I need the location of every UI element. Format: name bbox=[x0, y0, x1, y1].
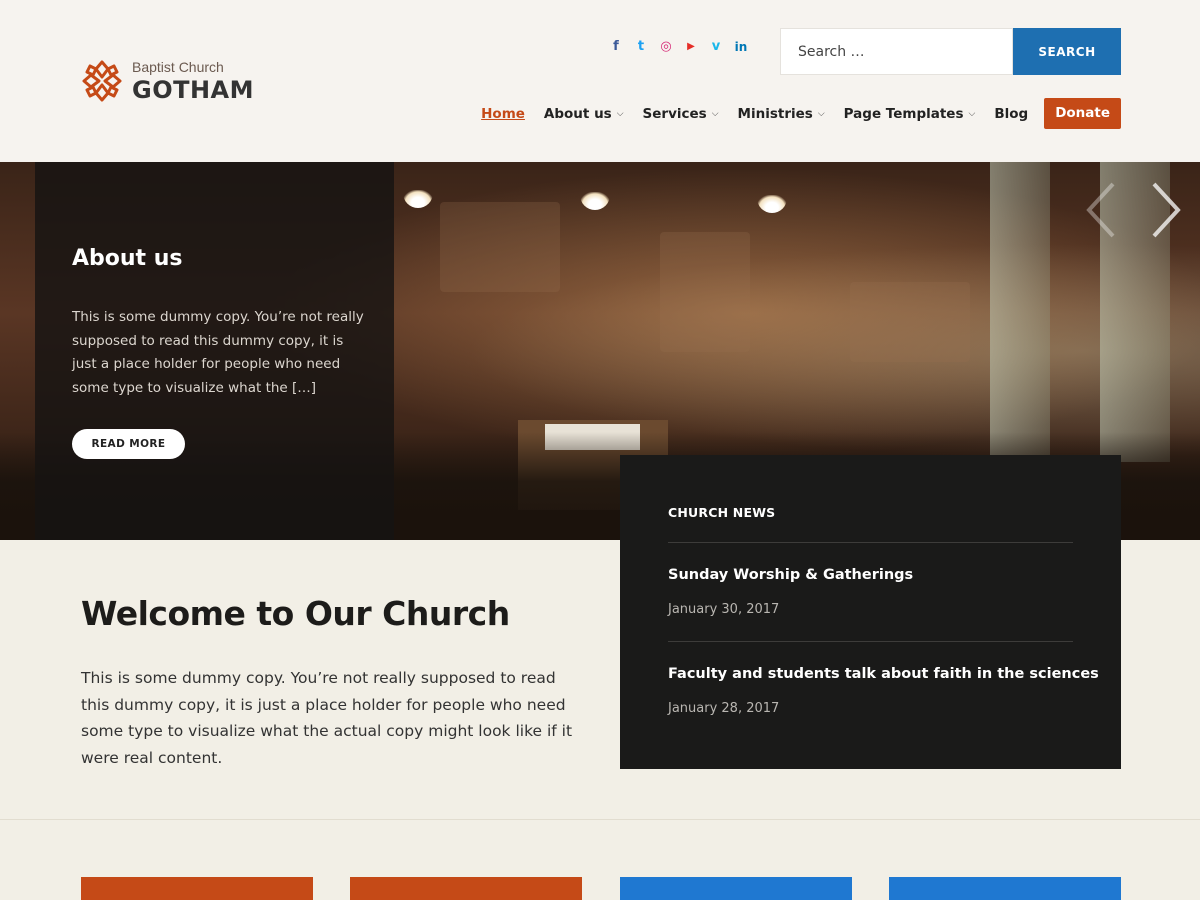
nav-about-us-label: About us bbox=[543, 105, 612, 122]
nav-ministries[interactable]: Ministries ⌵ bbox=[738, 106, 825, 122]
feature-card[interactable] bbox=[350, 877, 582, 900]
search-button[interactable]: SEARCH bbox=[1013, 28, 1121, 75]
nav-home[interactable]: Home bbox=[481, 106, 525, 122]
site-header: Baptist Church GOTHAM f t ◎ ▶ v in SEARC… bbox=[0, 0, 1200, 162]
nav-blog[interactable]: Blog bbox=[994, 106, 1028, 122]
chevron-down-icon: ⌵ bbox=[711, 108, 719, 119]
youtube-icon[interactable]: ▶ bbox=[684, 40, 698, 54]
news-item: Sunday Worship & Gatherings January 30, … bbox=[668, 542, 1073, 617]
nav-about-us[interactable]: About us ⌵ bbox=[544, 106, 624, 122]
site-logo[interactable]: Baptist Church GOTHAM bbox=[81, 58, 254, 104]
instagram-icon[interactable]: ◎ bbox=[659, 40, 673, 54]
chevron-down-icon: ⌵ bbox=[817, 108, 825, 119]
chevron-left-icon[interactable] bbox=[1083, 180, 1117, 240]
news-item-title[interactable]: Sunday Worship & Gatherings bbox=[668, 567, 1073, 583]
linkedin-icon[interactable]: in bbox=[734, 40, 748, 54]
welcome-text: This is some dummy copy. You’re not real… bbox=[81, 669, 573, 767]
main-nav: Home About us ⌵ Services ⌵ Ministries ⌵ Pag… bbox=[481, 98, 1121, 129]
church-window bbox=[990, 162, 1050, 462]
nav-page-templates-label: Page Templates bbox=[843, 105, 964, 122]
chevron-down-icon: ⌵ bbox=[616, 108, 624, 119]
news-heading: CHURCH NEWS bbox=[668, 505, 776, 520]
nav-page-templates[interactable]: Page Templates ⌵ bbox=[844, 106, 976, 122]
welcome-title: Welcome to Our Church bbox=[81, 594, 510, 633]
news-item-title[interactable]: Faculty and students talk about faith in… bbox=[668, 666, 1099, 682]
hero-text: This is some dummy copy. You’re not real… bbox=[72, 309, 364, 396]
feature-card[interactable] bbox=[889, 877, 1121, 900]
hero-caption: About us This is some dummy copy. You’re… bbox=[35, 162, 394, 540]
search-form: SEARCH bbox=[780, 28, 1121, 75]
feature-card[interactable] bbox=[620, 877, 852, 900]
read-more-button[interactable]: READ MORE bbox=[72, 429, 185, 459]
logo-name: GOTHAM bbox=[132, 76, 255, 104]
news-item: Faculty and students talk about faith in… bbox=[668, 641, 1099, 716]
nav-services[interactable]: Services ⌵ bbox=[643, 106, 719, 122]
facebook-icon[interactable]: f bbox=[609, 40, 623, 54]
cross-logo-icon bbox=[82, 60, 122, 102]
news-item-date: January 30, 2017 bbox=[668, 602, 780, 617]
feature-card[interactable] bbox=[81, 877, 313, 900]
chevron-right-icon[interactable] bbox=[1150, 180, 1184, 240]
section-divider bbox=[0, 819, 1200, 820]
twitter-icon[interactable]: t bbox=[634, 40, 648, 54]
hero-title: About us bbox=[72, 246, 183, 271]
church-news-panel: CHURCH NEWS Sunday Worship & Gatherings … bbox=[620, 455, 1121, 769]
donate-button[interactable]: Donate bbox=[1044, 98, 1121, 129]
nav-ministries-label: Ministries bbox=[737, 105, 813, 122]
news-item-date: January 28, 2017 bbox=[668, 701, 780, 716]
chevron-down-icon: ⌵ bbox=[968, 108, 976, 119]
nav-services-label: Services bbox=[642, 105, 707, 122]
vimeo-icon[interactable]: v bbox=[709, 40, 723, 54]
logo-subtitle: Baptist Church bbox=[132, 59, 224, 75]
social-links: f t ◎ ▶ v in bbox=[609, 40, 748, 55]
search-input[interactable] bbox=[780, 28, 1013, 75]
